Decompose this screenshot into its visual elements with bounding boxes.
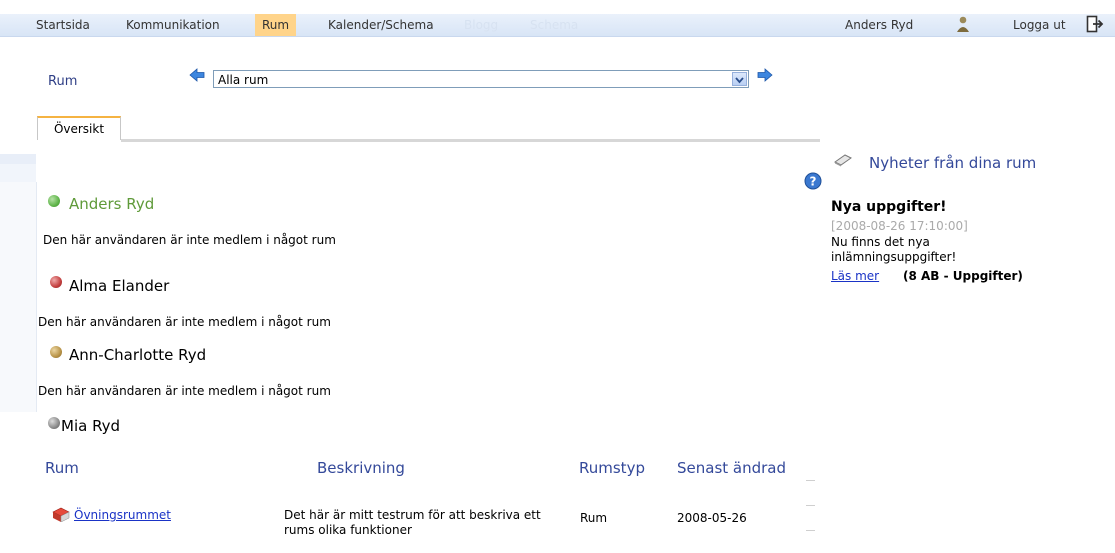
- nav-startsida[interactable]: Startsida: [36, 14, 90, 36]
- status-dot-icon: [48, 417, 60, 429]
- nav-kommunikation[interactable]: Kommunikation: [126, 14, 220, 36]
- svg-text:?: ?: [810, 175, 817, 189]
- status-dot-icon: [50, 276, 62, 288]
- member-name[interactable]: Mia Ryd: [61, 417, 120, 435]
- room-select-value: Alla rum: [218, 73, 269, 87]
- room-description: Det här är mitt testrum för att beskriva…: [284, 508, 541, 537]
- col-header-senast-andrad[interactable]: Senast ändrad: [677, 459, 786, 477]
- next-arrow-icon[interactable]: [756, 66, 774, 84]
- member-name[interactable]: Ann-Charlotte Ryd: [69, 346, 206, 364]
- news-headline: Nya uppgifter!: [831, 199, 947, 215]
- news-room: (8 AB - Uppgifter): [903, 269, 1023, 283]
- room-select[interactable]: Alla rum: [213, 70, 749, 88]
- user-icon[interactable]: [954, 15, 972, 33]
- member-note: Den här användaren är inte medlem i någo…: [43, 233, 336, 247]
- member-note: Den här användaren är inte medlem i någo…: [38, 384, 331, 398]
- nav-kalender[interactable]: Kalender/Schema: [328, 14, 434, 36]
- room-link[interactable]: Övningsrummet: [74, 508, 171, 522]
- col-header-rumstyp[interactable]: Rumstyp: [579, 459, 645, 477]
- left-column: [0, 38, 37, 553]
- nav-blogg[interactable]: Blogg: [464, 14, 498, 36]
- logout-link[interactable]: Logga ut: [1013, 14, 1066, 36]
- tab-oversikt[interactable]: Översikt: [37, 116, 121, 140]
- status-dot-icon: [48, 195, 60, 207]
- room-icon: [52, 507, 70, 522]
- col-header-beskrivning[interactable]: Beskrivning: [317, 459, 405, 477]
- member-name[interactable]: Alma Elander: [69, 277, 169, 295]
- user-name[interactable]: Anders Ryd: [845, 14, 913, 36]
- previous-arrow-icon[interactable]: [188, 66, 206, 84]
- nav-rum[interactable]: Rum: [255, 14, 297, 36]
- help-icon[interactable]: ?: [804, 172, 822, 190]
- logout-icon[interactable]: [1086, 15, 1104, 33]
- news-icon: [834, 154, 852, 167]
- member-name[interactable]: Anders Ryd: [69, 195, 154, 213]
- member-note: Den här användaren är inte medlem i någo…: [38, 315, 331, 329]
- news-body: Nu finns det nya inlämningsuppgifter!: [831, 235, 957, 264]
- news-date: [2008-08-26 17:10:00]: [831, 219, 968, 233]
- room-date: 2008-05-26: [677, 511, 747, 525]
- col-header-rum[interactable]: Rum: [45, 459, 79, 477]
- tab-underline: [121, 139, 820, 142]
- read-more-link[interactable]: Läs mer: [831, 269, 879, 283]
- room-select-label: Rum: [48, 74, 78, 89]
- news-title: Nyheter från dina rum: [869, 154, 1037, 172]
- status-dot-icon: [50, 346, 62, 358]
- room-type: Rum: [580, 511, 608, 525]
- top-navigation: Startsida Kommunikation Rum Kalender/Sch…: [0, 0, 1115, 38]
- nav-schema[interactable]: Schema: [530, 14, 578, 36]
- chevron-down-icon[interactable]: [732, 72, 747, 86]
